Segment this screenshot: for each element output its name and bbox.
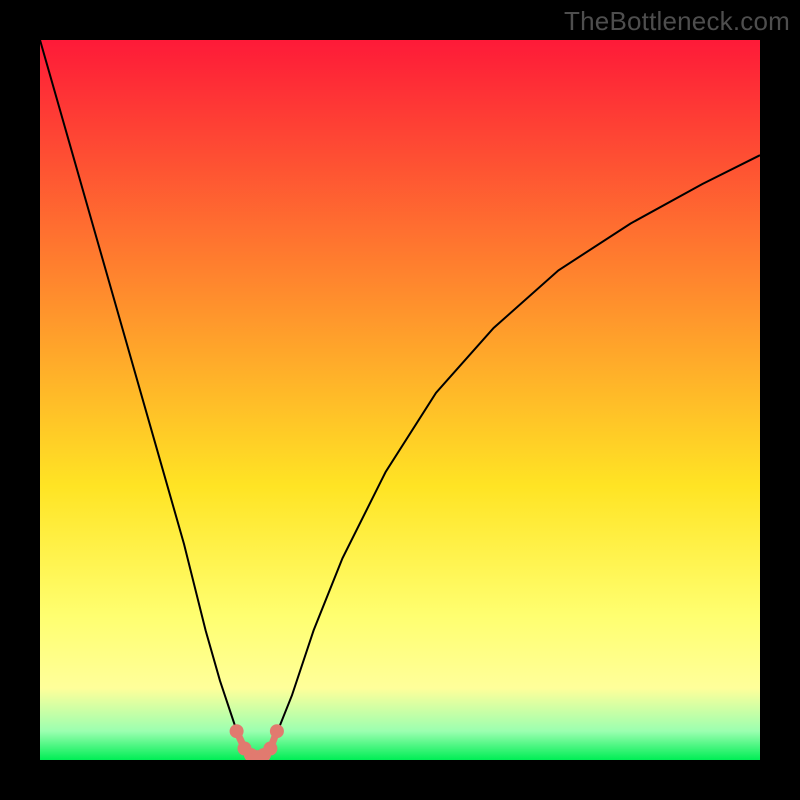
watermark-text: TheBottleneck.com [564,6,790,37]
chart-svg [40,40,760,760]
plot-area [40,40,760,760]
chart-frame: TheBottleneck.com [0,0,800,800]
min-region-marker [230,724,244,738]
gradient-background [40,40,760,760]
min-region-marker [270,724,284,738]
min-region-marker [263,742,277,756]
